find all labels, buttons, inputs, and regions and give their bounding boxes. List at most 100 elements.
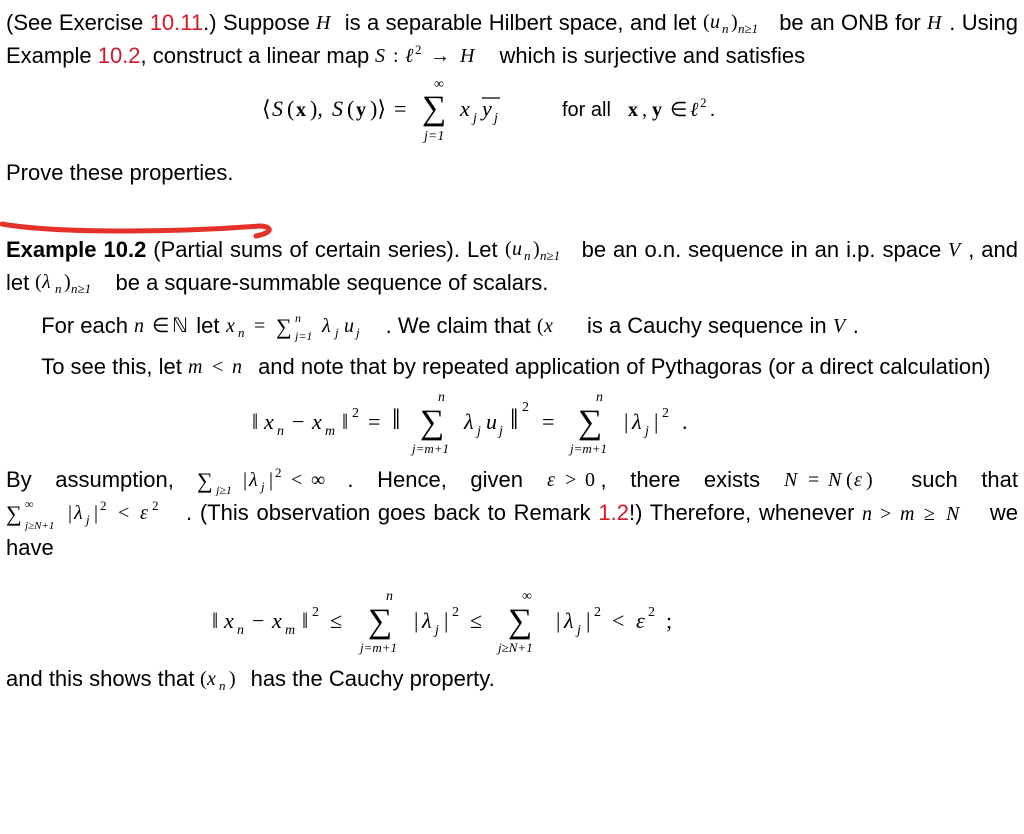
svg-text:n≥1: n≥1 — [71, 281, 91, 296]
svg-text:|: | — [414, 608, 418, 633]
svg-text:<: < — [612, 608, 624, 633]
text: and note that by repeated application of… — [258, 354, 991, 379]
svg-text:ε: ε — [636, 608, 645, 633]
math-un-seq: ( u n ) n≥1 — [703, 12, 773, 36]
equation-inner-product: ⟨ S ( x ), S ( y )⟩ = ∞ ∑ j=1 x j y j fo… — [6, 76, 1018, 146]
svg-text:∈: ∈ — [670, 99, 687, 121]
svg-text:n: n — [722, 21, 729, 36]
link-exercise-10-11[interactable]: 10.11 — [150, 10, 203, 35]
paragraph-xn-def: For each n ∈ ℕ let x n = ∑ n j=1 λ j u j… — [6, 309, 1018, 342]
svg-text:λ: λ — [248, 469, 258, 491]
svg-text:2: 2 — [100, 499, 107, 513]
svg-text:∑: ∑ — [422, 90, 446, 127]
text: . Hence, given — [347, 467, 546, 492]
svg-text:n: n — [55, 281, 62, 296]
svg-text:<: < — [291, 469, 302, 491]
svg-text:∞: ∞ — [522, 589, 532, 604]
svg-text:): ) — [533, 239, 540, 260]
svg-text:)⟩: )⟩ — [370, 96, 386, 121]
svg-text:λ: λ — [421, 608, 432, 633]
equation-final-bound: ‖ x n − x m ‖ 2 ≤ n ∑ j=m+1 | λ j | 2 ≤ … — [6, 586, 1018, 658]
math-eq1-cond: for all x , y ∈ ℓ 2 . — [562, 96, 762, 126]
text: Let — [467, 237, 505, 262]
svg-text:V: V — [833, 317, 848, 337]
svg-text:λ: λ — [321, 315, 331, 337]
text: be an o.n. sequence in an i.p. space — [582, 237, 949, 262]
svg-text:=: = — [394, 96, 406, 121]
text: which is surjective and satisfies — [499, 43, 805, 68]
svg-text:n: n — [238, 325, 245, 340]
math-V: V — [948, 241, 968, 261]
text: By assumption, — [6, 467, 197, 492]
svg-text:n: n — [237, 623, 244, 638]
svg-text:λ: λ — [563, 608, 574, 633]
svg-text:ε: ε — [854, 470, 862, 491]
svg-text:‖: ‖ — [510, 403, 518, 436]
svg-text:|: | — [269, 469, 273, 491]
svg-text:j: j — [497, 424, 503, 439]
math-xn-def: x n = ∑ n j=1 λ j u j — [226, 312, 386, 342]
math-nmN: n > m ≥ N — [862, 505, 982, 525]
text: To see this, let — [41, 354, 188, 379]
svg-text:2: 2 — [648, 605, 655, 620]
math-V-2: V — [833, 317, 853, 337]
paragraph-by-assumption: By assumption, ∑ j≥1 | λ j | 2 < ∞ . Hen… — [6, 463, 1018, 563]
svg-text:∈: ∈ — [152, 317, 169, 337]
svg-text:−: − — [292, 409, 304, 434]
text: For each — [41, 313, 134, 338]
svg-text:j: j — [471, 111, 477, 126]
math-eq1-lhs: ⟨ S ( x ), S ( y )⟩ = ∞ ∑ j=1 x j y j — [262, 76, 522, 146]
svg-text:|: | — [243, 469, 247, 491]
svg-text:j≥N+1: j≥N+1 — [23, 520, 54, 531]
svg-text:S: S — [375, 45, 385, 67]
paragraph-to-see-this: To see this, let m < n and note that by … — [6, 350, 1018, 383]
svg-text:j: j — [475, 424, 481, 439]
math-eq2: ‖ x n − x m ‖ 2 = ‖ n ∑ j=m+1 λ j u j ‖ … — [252, 387, 772, 459]
svg-text:⟨: ⟨ — [262, 96, 271, 121]
svg-text:u: u — [344, 315, 354, 337]
svg-text:N: N — [827, 470, 843, 491]
svg-text:0: 0 — [585, 471, 595, 491]
svg-text:∑: ∑ — [197, 468, 213, 493]
svg-text:m: m — [900, 505, 914, 525]
svg-text:|: | — [586, 608, 590, 633]
math-eq3: ‖ x n − x m ‖ 2 ≤ n ∑ j=m+1 | λ j | 2 ≤ … — [212, 586, 812, 658]
text: !) Therefore, whenever — [629, 500, 862, 525]
math-m-lt-n: m < n — [188, 358, 252, 378]
svg-text:2: 2 — [312, 605, 319, 620]
link-remark-1-2[interactable]: 1.2 — [598, 500, 629, 525]
text-prove: Prove these properties. — [6, 160, 233, 185]
text: and this shows that — [6, 666, 200, 691]
svg-text:∑: ∑ — [276, 314, 292, 339]
svg-text:2: 2 — [352, 406, 359, 421]
svg-text:|: | — [556, 608, 560, 633]
svg-text:x: x — [226, 315, 235, 337]
svg-text:j≥N+1: j≥N+1 — [496, 640, 533, 655]
svg-text:H: H — [316, 14, 332, 34]
math-H-2: H — [927, 14, 949, 34]
svg-text:x x n ): x x n ) — [543, 316, 553, 337]
svg-text:‖: ‖ — [392, 403, 400, 436]
svg-text:): ) — [866, 470, 873, 491]
svg-text:2: 2 — [415, 45, 422, 57]
text: . — [853, 313, 859, 338]
svg-text:j: j — [643, 424, 649, 439]
paragraph-conclusion: and this shows that ( x n ) has the Cauc… — [6, 662, 1018, 695]
svg-text:,: , — [642, 99, 647, 121]
svg-text:j: j — [354, 325, 360, 340]
text: let — [196, 313, 225, 338]
link-example-10-2[interactable]: 10.2 — [98, 43, 141, 68]
svg-text:(: ( — [287, 96, 294, 121]
svg-text:x: x — [311, 409, 322, 434]
svg-text:y: y — [652, 99, 662, 121]
svg-text:∑: ∑ — [368, 603, 392, 640]
svg-text:u: u — [512, 239, 522, 260]
text: is a Cauchy sequence in — [587, 313, 833, 338]
text: such that — [911, 467, 1018, 492]
svg-text:≤: ≤ — [470, 608, 482, 633]
svg-text:‖: ‖ — [342, 409, 348, 434]
svg-text:(: ( — [347, 96, 354, 121]
svg-text:x: x — [263, 409, 274, 434]
text: .) Suppose — [203, 10, 316, 35]
text: be a square-summable sequence of scalars… — [115, 270, 548, 295]
